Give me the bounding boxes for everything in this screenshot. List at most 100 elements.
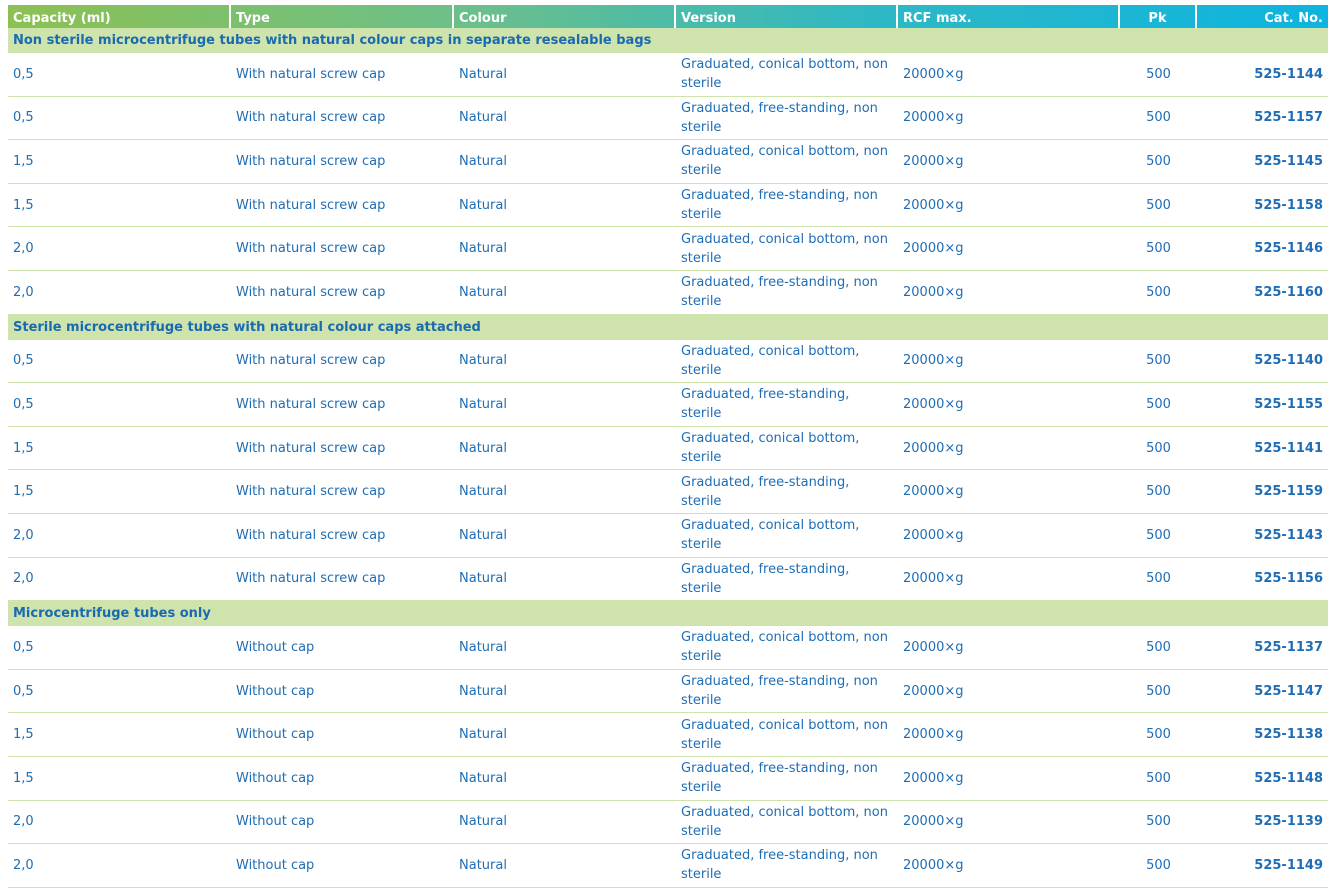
cell-capacity: 2,0 [13,571,34,587]
cell-cat-no: 525-1155 [1254,396,1323,412]
cell-colour: Natural [459,284,507,300]
cell-colour: Natural [459,571,507,587]
cell-pk: 500 [1146,66,1171,82]
cell-rcf: 20000×g [903,571,964,587]
cell-colour: Natural [459,639,507,655]
cell-colour: Natural [459,241,507,257]
table-row: 0,5 With natural screw cap Natural Graduate… [8,340,1328,384]
cell-rcf: 20000×g [903,353,964,369]
cell-pk: 500 [1146,440,1171,456]
cell-type: With natural screw cap [236,241,386,257]
cell-version: Graduated, conical bottom, non sterile [681,717,888,752]
cell-version: Graduated, conical bottom, sterile [681,343,860,378]
cell-rcf: 20000×g [903,153,964,169]
cell-type: With natural screw cap [236,153,386,169]
col-header-colour: Colour [454,5,676,28]
cell-rcf: 20000×g [903,527,964,543]
cell-rcf: 20000×g [903,727,964,743]
col-header-cat-no: Cat. No. [1264,11,1323,26]
cell-pk: 500 [1146,153,1171,169]
cell-rcf: 20000×g [903,284,964,300]
cell-cat-no: 525-1148 [1254,770,1323,786]
cell-version: Graduated, free-standing, sterile [681,561,850,596]
cell-pk: 500 [1146,770,1171,786]
cell-colour: Natural [459,197,507,213]
cell-capacity: 0,5 [13,110,34,126]
cell-colour: Natural [459,153,507,169]
cell-rcf: 20000×g [903,110,964,126]
cell-type: With natural screw cap [236,353,386,369]
table-row: 2,0 With natural screw cap Natural Graduate… [8,558,1328,602]
table-row: 0,5 With natural screw cap Natural Graduate… [8,53,1328,97]
cell-colour: Natural [459,484,507,500]
cell-cat-no: 525-1147 [1254,683,1323,699]
table-row: 1,5 Without cap Natural Graduated, free-sta… [8,757,1328,801]
cell-type: With natural screw cap [236,396,386,412]
cell-version: Graduated, free-standing, sterile [681,474,850,509]
cell-cat-no: 525-1143 [1254,527,1323,543]
col-header-type: Type [231,5,454,28]
cell-pk: 500 [1146,683,1171,699]
cell-capacity: 0,5 [13,353,34,369]
cell-capacity: 1,5 [13,197,34,213]
cell-capacity: 1,5 [13,727,34,743]
cell-colour: Natural [459,110,507,126]
cell-colour: Natural [459,857,507,873]
cell-cat-no: 525-1141 [1254,440,1323,456]
table-row: 1,5 With natural screw cap Natural Graduate… [8,427,1328,471]
cell-version: Graduated, conical bottom, non sterile [681,144,888,179]
cell-colour: Natural [459,527,507,543]
cell-type: With natural screw cap [236,284,386,300]
table-row: 0,5 Without cap Natural Graduated, free-sta… [8,670,1328,714]
table-row: 1,5 With natural screw cap Natural Graduate… [8,140,1328,184]
cell-colour: Natural [459,814,507,830]
cell-cat-no: 525-1137 [1254,639,1323,655]
cell-cat-no: 525-1157 [1254,110,1323,126]
cell-cat-no: 525-1139 [1254,814,1323,830]
cell-colour: Natural [459,727,507,743]
cell-pk: 500 [1146,396,1171,412]
cell-pk: 500 [1146,353,1171,369]
cell-version: Graduated, conical bottom, non sterile [681,630,888,665]
cell-type: Without cap [236,639,315,655]
cell-version: Graduated, free-standing, non sterile [681,674,878,709]
table-row: 2,0 Without cap Natural Graduated, free-sta… [8,844,1328,888]
cell-rcf: 20000×g [903,66,964,82]
cell-rcf: 20000×g [903,639,964,655]
cell-colour: Natural [459,66,507,82]
cell-colour: Natural [459,683,507,699]
cell-cat-no: 525-1146 [1254,241,1323,257]
table-row: 2,0 With natural screw cap Natural Graduate… [8,271,1328,315]
table-row: 1,5 Without cap Natural Graduated, conical … [8,713,1328,757]
cell-type: With natural screw cap [236,484,386,500]
cell-rcf: 20000×g [903,857,964,873]
cell-colour: Natural [459,353,507,369]
cell-pk: 500 [1146,527,1171,543]
table-row: 0,5 With natural screw cap Natural Graduate… [8,97,1328,141]
group-header: Non sterile microcentrifuge tubes with n… [8,28,1328,53]
cell-version: Graduated, conical bottom, sterile [681,431,860,466]
cell-capacity: 2,0 [13,814,34,830]
cell-rcf: 20000×g [903,396,964,412]
cell-pk: 500 [1146,857,1171,873]
cell-type: With natural screw cap [236,66,386,82]
cell-capacity: 0,5 [13,66,34,82]
cell-capacity: 1,5 [13,770,34,786]
cell-capacity: 0,5 [13,683,34,699]
cell-colour: Natural [459,440,507,456]
cell-pk: 500 [1146,110,1171,126]
cell-cat-no: 525-1159 [1254,484,1323,500]
col-header-rcf: RCF max. [898,5,1120,28]
cell-version: Graduated, conical bottom, non sterile [681,804,888,839]
cell-capacity: 2,0 [13,284,34,300]
cell-version: Graduated, free-standing, non sterile [681,275,878,310]
cell-type: With natural screw cap [236,197,386,213]
cell-cat-no: 525-1156 [1254,571,1323,587]
cell-cat-no: 525-1138 [1254,727,1323,743]
cell-cat-no: 525-1144 [1254,66,1323,82]
col-header-pk: Pk [1120,5,1197,28]
cell-pk: 500 [1146,484,1171,500]
table-row: 2,0 Without cap Natural Graduated, conical … [8,801,1328,845]
group-header: Microcentrifuge tubes only [8,601,1328,627]
table-row: 0,5 Without cap Natural Graduated, conical … [8,626,1328,670]
